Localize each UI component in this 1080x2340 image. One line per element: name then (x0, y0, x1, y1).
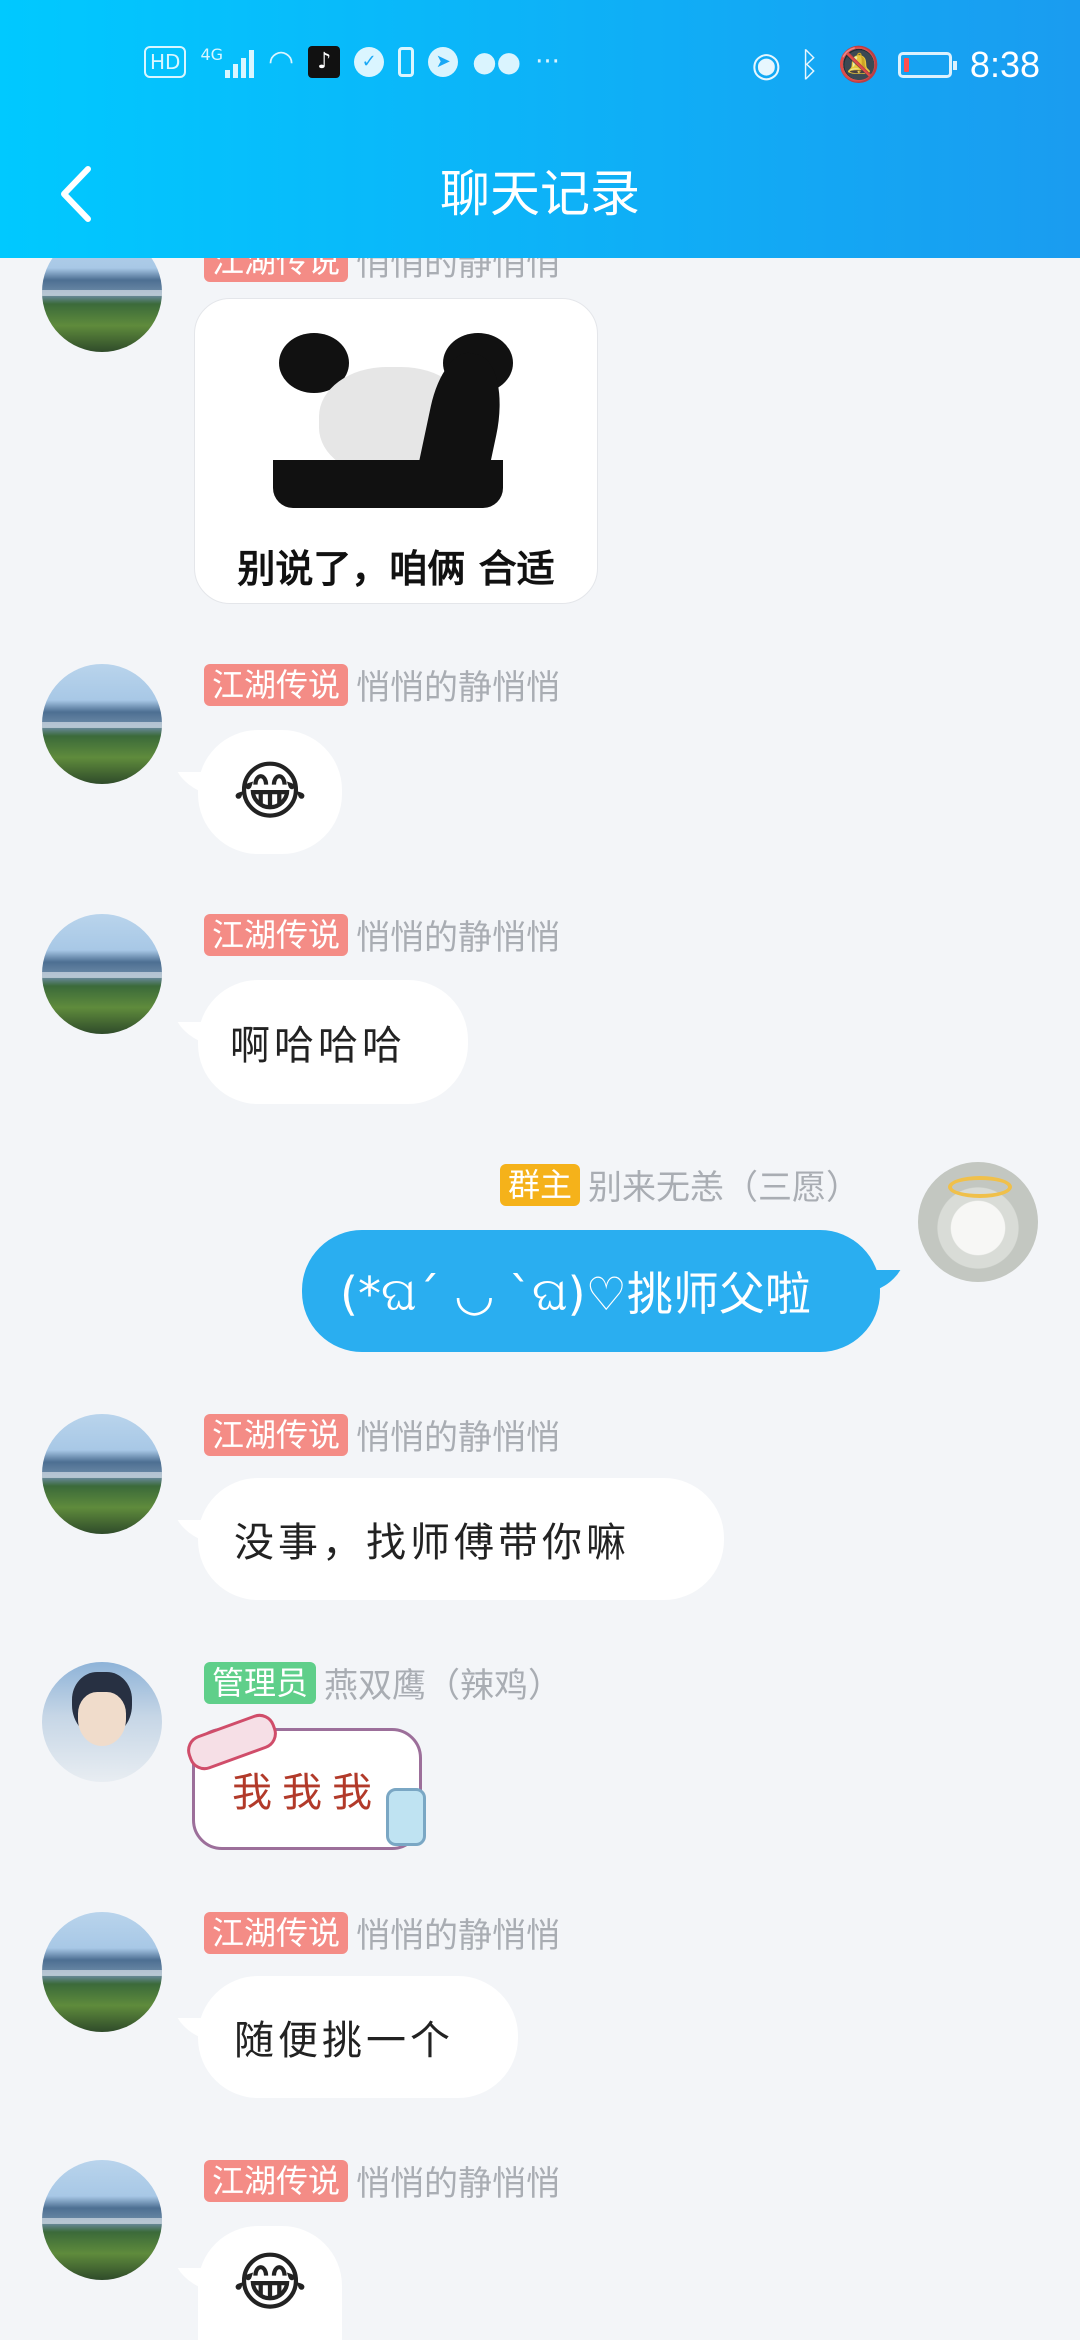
bottle-decoration (386, 1788, 426, 1846)
tiktok-icon: ♪ (308, 45, 341, 78)
sticker-card[interactable]: 我我我 (182, 1709, 436, 1862)
sender-name[interactable]: 燕双鹰（辣鸡） (324, 1658, 562, 1707)
sender-row: 江湖传说 悄悄的静悄悄 (204, 1410, 560, 1459)
status-time: 8:38 (969, 44, 1040, 85)
more-icon: ··· (535, 46, 560, 77)
wifi-icon: ◠ (268, 44, 295, 79)
message-text: (*ଘ´ ◡ `ଘ)♡挑师父啦 (340, 1267, 811, 1321)
title-badge: 江湖传说 (204, 2159, 349, 2202)
status-left-icons: HD 4G ◠ ♪ ✓ ➤ ●● ··· (144, 44, 560, 79)
sticker-text: 我我我 (232, 1770, 382, 1816)
sender-row: 江湖传说 悄悄的静悄悄 (204, 2156, 560, 2205)
app-header: HD 4G ◠ ♪ ✓ ➤ ●● ··· ◉ ᛒ 🔕 8:38 聊天记录 (0, 0, 1080, 258)
4g-signal-icon: 4G (200, 45, 255, 78)
bluetooth-icon: ᛒ (799, 45, 820, 85)
avatar[interactable] (42, 2160, 162, 2280)
battery-icon (897, 52, 957, 78)
sender-name[interactable]: 别来无恙（三愿） (588, 1160, 860, 1209)
avatar[interactable] (42, 914, 162, 1034)
sender-name[interactable]: 悄悄的静悄悄 (356, 910, 560, 959)
title-badge: 江湖传说 (204, 663, 349, 706)
notification-icon: ➤ (428, 46, 459, 77)
status-right-icons: ◉ ᛒ 🔕 8:38 (752, 44, 1041, 86)
title-badge: 江湖传说 (204, 1413, 349, 1456)
owner-badge: 群主 (499, 1163, 580, 1206)
sender-name[interactable]: 悄悄的静悄悄 (356, 1410, 560, 1459)
nav-bar: 聊天记录 (0, 130, 1080, 258)
sticker-caption: 别说了，咱俩 合适 (237, 547, 555, 591)
avatar[interactable] (42, 1414, 162, 1534)
avatar[interactable] (42, 664, 162, 784)
message-bubble[interactable]: (*ଘ´ ◡ `ଘ)♡挑师父啦 (302, 1230, 880, 1352)
shield-icon: ✓ (354, 46, 385, 77)
sticker-panda[interactable]: 别说了，咱俩 合适 (194, 298, 598, 604)
message-text: 啊哈哈哈 (230, 1023, 406, 1069)
tears-of-joy-emoji: 😂 (232, 755, 308, 829)
status-bar: HD 4G ◠ ♪ ✓ ➤ ●● ··· ◉ ᛒ 🔕 8:38 (0, 0, 1080, 130)
message-text: 随便挑一个 (234, 2018, 454, 2064)
sender-name[interactable]: 悄悄的静悄悄 (356, 2156, 560, 2205)
title-badge: 江湖传说 (204, 913, 349, 956)
message-bubble[interactable]: 😂 (198, 2226, 342, 2340)
mute-bell-icon: 🔕 (837, 45, 880, 85)
message-bubble[interactable]: 😂 (198, 730, 342, 854)
message-text: 没事，找师傅带你嘛 (234, 1520, 630, 1566)
panda-meme-image (273, 333, 523, 509)
hd-icon: HD (144, 45, 187, 78)
avatar[interactable] (42, 1912, 162, 2032)
sender-row: 管理员 燕双鹰（辣鸡） (204, 1658, 562, 1707)
title-badge: 江湖传说 (204, 1911, 349, 1954)
message-bubble[interactable]: 没事，找师傅带你嘛 (198, 1478, 724, 1600)
message-bubble[interactable]: 啊哈哈哈 (198, 980, 468, 1104)
eye-icon: ◉ (751, 45, 782, 85)
sender-name[interactable]: 悄悄的静悄悄 (356, 1908, 560, 1957)
sender-row: 群主 别来无恙（三愿） (499, 1160, 860, 1209)
tears-of-joy-emoji: 😂 (232, 2246, 308, 2320)
page-title: 聊天记录 (440, 165, 640, 223)
sim-icon (398, 46, 415, 77)
sender-row: 江湖传说 悄悄的静悄悄 (204, 660, 560, 709)
avatar[interactable] (42, 1662, 162, 1782)
avatar[interactable] (918, 1162, 1038, 1282)
wechat-icon: ●● (472, 45, 522, 78)
message-bubble[interactable]: 随便挑一个 (198, 1976, 518, 2098)
sender-row: 江湖传说 悄悄的静悄悄 (204, 1908, 560, 1957)
sender-name[interactable]: 悄悄的静悄悄 (356, 660, 560, 709)
sender-row: 江湖传说 悄悄的静悄悄 (204, 910, 560, 959)
admin-badge: 管理员 (204, 1661, 317, 1704)
